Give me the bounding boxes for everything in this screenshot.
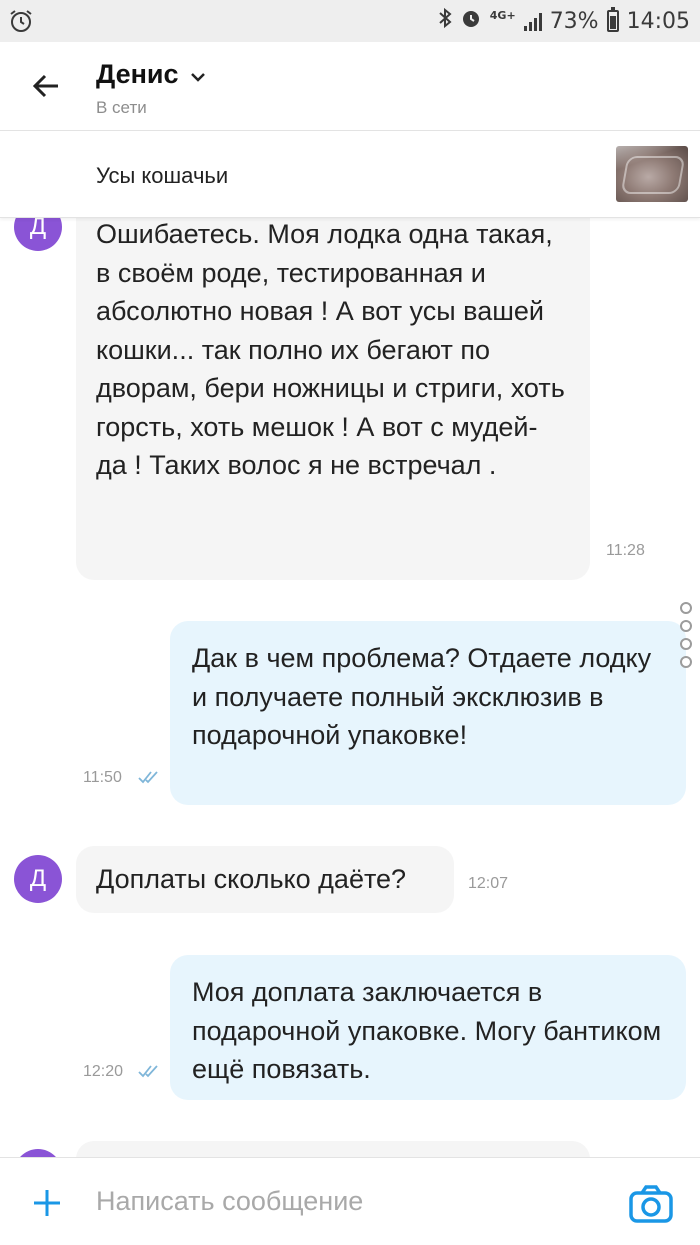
alarm-clock-icon [460,7,482,35]
message-time: 11:50 [83,769,122,786]
clock: 14:05 [626,8,690,34]
message-bubble[interactable] [76,1141,590,1157]
contact-name[interactable]: Денис [96,59,179,90]
message-text: Ошибаетесь. Моя лодка одна такая, в своё… [96,219,565,480]
message-time: 12:20 [83,1063,124,1080]
avatar[interactable]: Д [14,855,62,903]
message-bubble[interactable]: Ошибаетесь. Моя лодка одна такая, в своё… [76,217,590,580]
product-thumbnail[interactable] [616,146,688,202]
product-title[interactable]: Усы кошачьи [96,163,228,189]
product-bar[interactable]: Усы кошачьи [0,131,700,218]
battery-percent: 73% [549,8,599,34]
contact-status: В сети [96,98,147,117]
message-bubble[interactable]: Моя доплата заключается в подарочной упа… [170,955,686,1100]
message-bubble[interactable]: Доплаты сколько даёте? [76,846,454,913]
message-text: Дак в чем проблема? Отдаете лодку и полу… [192,643,652,750]
message-time: 12:07 [468,875,509,892]
network-type: 4G+ [489,8,516,22]
read-ticks-icon [137,1063,161,1084]
avatar[interactable]: Д [14,217,62,251]
battery-icon [606,7,619,32]
avatar[interactable] [14,1149,62,1157]
message-text: Доплаты сколько даёте? [96,864,407,894]
more-options-icon[interactable] [680,602,692,668]
message-time: 11:28 [606,542,645,559]
chevron-down-icon[interactable] [190,70,206,88]
chat-header: Денис В сети [0,42,700,131]
status-bar: 4G+ 73% 14:05 [0,0,700,42]
composer [0,1157,700,1245]
read-ticks-icon [137,769,161,790]
message-input[interactable] [96,1180,596,1222]
camera-icon[interactable] [628,1184,674,1229]
message-bubble[interactable]: Дак в чем проблема? Отдаете лодку и полу… [170,621,686,805]
message-text: Моя доплата заключается в подарочной упа… [192,977,662,1084]
alarm-icon [8,8,34,38]
bluetooth-icon [438,7,452,35]
plus-icon[interactable] [30,1186,64,1225]
back-arrow-icon[interactable] [30,70,62,107]
signal-icon [523,11,542,31]
message-list[interactable]: Д Ошибаетесь. Моя лодка одна такая, в св… [0,217,700,1157]
